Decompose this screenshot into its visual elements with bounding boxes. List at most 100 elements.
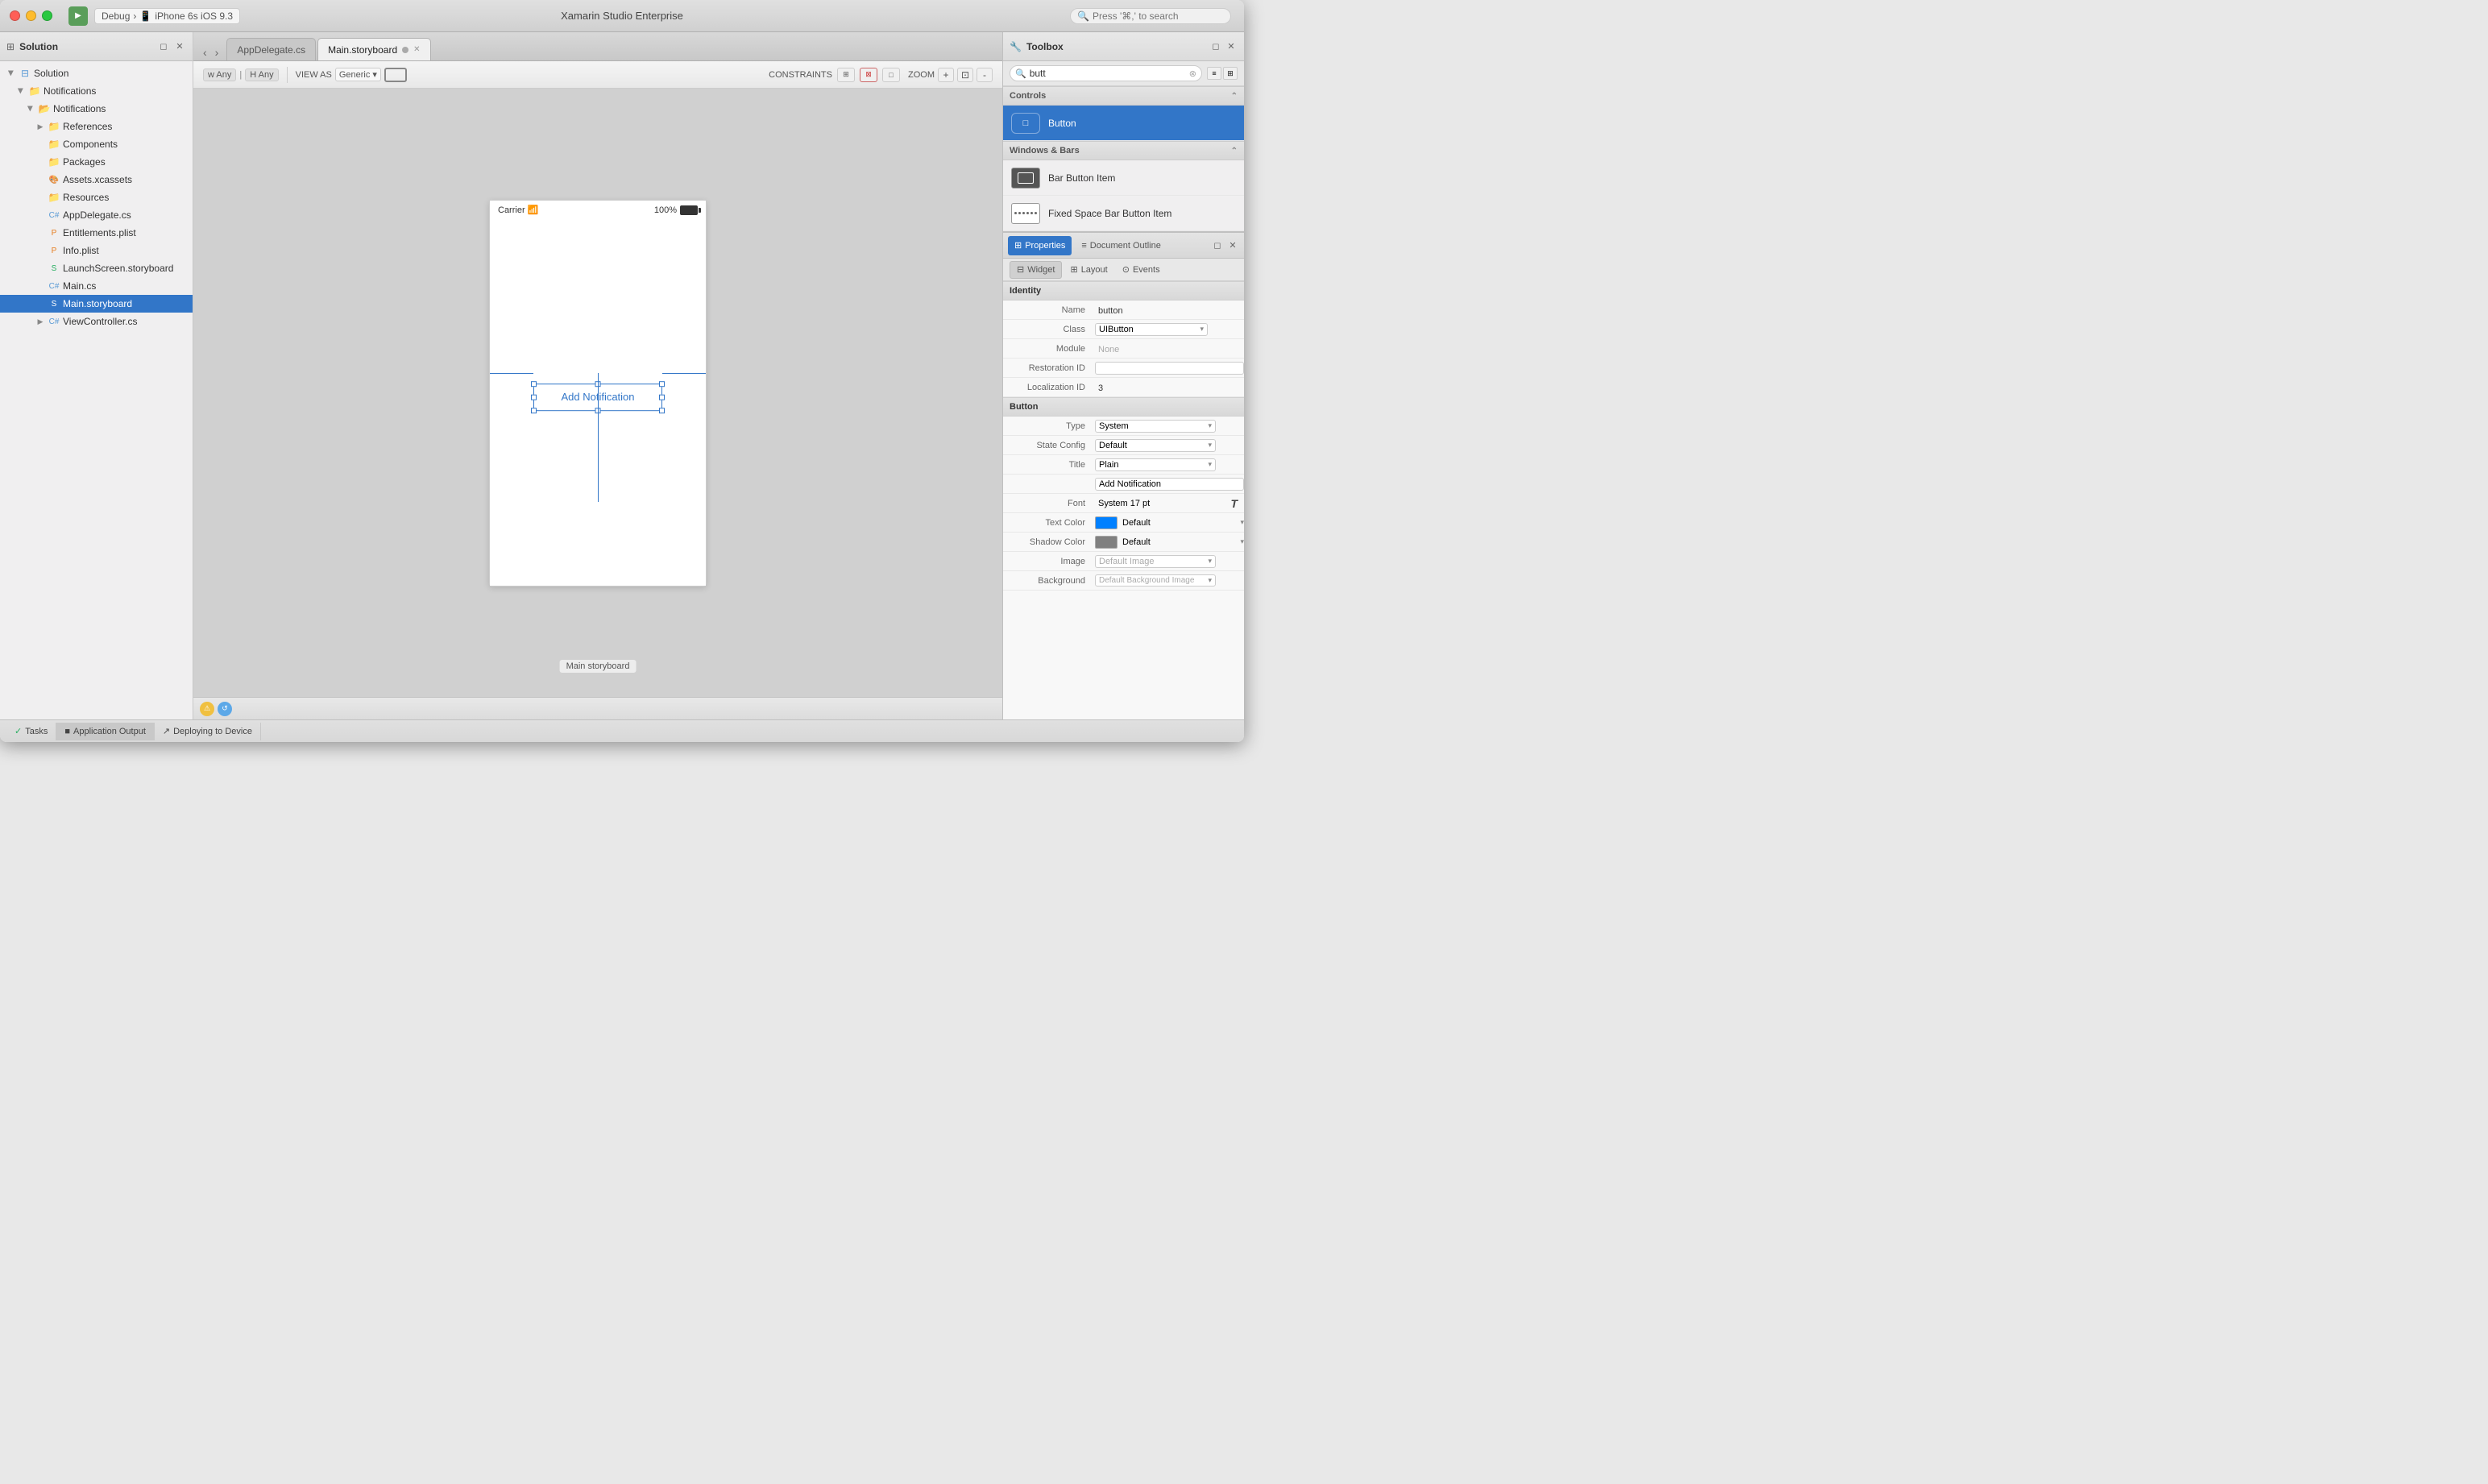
toolbox-item-bar-button[interactable]: Bar Button Item (1003, 160, 1244, 196)
title-value-input[interactable] (1095, 478, 1244, 491)
font-value[interactable]: System 17 pt T (1092, 497, 1244, 510)
tab-nav-back[interactable]: ‹ (200, 44, 210, 60)
title-type-dropdown[interactable]: Plain ▾ (1095, 458, 1216, 471)
sidebar-title: Solution (19, 41, 152, 52)
shadow-color-box (1095, 536, 1118, 549)
sidebar-item-appdelegate[interactable]: ▶ C# AppDelegate.cs (0, 206, 193, 224)
status-tab-app-output[interactable]: ■ Application Output (56, 723, 155, 740)
sidebar-item-maincs[interactable]: ▶ C# Main.cs (0, 277, 193, 295)
sidebar-item-solution[interactable]: ▶ ⊟ Solution (0, 64, 193, 82)
font-T-btn[interactable]: T (1230, 497, 1241, 510)
state-config-dropdown[interactable]: Default ▾ (1095, 439, 1216, 452)
status-tab-deploying[interactable]: ↗ Deploying to Device (155, 723, 261, 740)
add-constraint-btn[interactable]: ⊞ (837, 68, 855, 82)
state-config-value[interactable]: Default ▾ (1092, 439, 1244, 452)
view-as-dropdown[interactable]: Generic ▾ (335, 68, 381, 81)
tab-nav-forward[interactable]: › (212, 44, 222, 60)
class-value[interactable]: UIButton ▾ (1092, 323, 1244, 336)
footer-icon-2[interactable]: ↺ (218, 702, 232, 716)
error-constraint-btn[interactable]: ⊠ (860, 68, 877, 82)
storyboard-canvas[interactable]: ▶ Carrier 📶 100% (193, 89, 1002, 697)
sidebar-item-infoplist[interactable]: ▶ P Info.plist (0, 242, 193, 259)
text-color-label: Text Color (1003, 518, 1092, 528)
sidebar-item-launchscreen[interactable]: ▶ S LaunchScreen.storyboard (0, 259, 193, 277)
image-dropdown[interactable]: Default Image ▾ (1095, 555, 1216, 568)
title-type-value[interactable]: Plain ▾ (1092, 458, 1244, 471)
tab-document-outline[interactable]: ≡ Document Outline (1075, 236, 1167, 255)
class-dropdown[interactable]: UIButton ▾ (1095, 323, 1208, 336)
sidebar-item-notifications-project[interactable]: ▶ 📂 Notifications (0, 100, 193, 118)
w-badge[interactable]: w Any (203, 68, 236, 81)
image-value[interactable]: Default Image ▾ (1092, 555, 1244, 568)
sidebar-item-label-notifications-project: Notifications (53, 103, 193, 114)
constraints-section: CONSTRAINTS ⊞ ⊠ □ (769, 68, 900, 82)
type-dropdown[interactable]: System ▾ (1095, 420, 1216, 433)
run-button[interactable]: ▶ (68, 6, 88, 26)
tab-appdelegate[interactable]: AppDelegate.cs (226, 38, 316, 60)
search-magnifier-icon: 🔍 (1015, 68, 1026, 79)
sidebar-minimize-btn[interactable]: ◻ (157, 40, 170, 53)
toolbox-minimize-btn[interactable]: ◻ (1209, 40, 1222, 53)
toolbox-item-fixed-space[interactable]: Fixed Space Bar Button Item (1003, 196, 1244, 231)
grid-view-btn[interactable]: ⊞ (1223, 67, 1238, 80)
sidebar-item-references[interactable]: ▶ 📁 References (0, 118, 193, 135)
type-value[interactable]: System ▾ (1092, 420, 1244, 433)
sub-tab-events[interactable]: ⊙ Events (1116, 261, 1167, 279)
image-dropdown-arrow: ▾ (1208, 557, 1212, 566)
global-search-input[interactable] (1093, 10, 1221, 22)
shadow-color-value[interactable]: Default ▾ (1092, 536, 1244, 549)
view-as-selector: VIEW AS Generic ▾ (296, 68, 407, 82)
toolbox-item-button[interactable]: □ Button (1003, 106, 1244, 141)
status-tab-tasks[interactable]: ✓ Tasks (6, 723, 56, 740)
restoration-input[interactable] (1095, 362, 1244, 375)
tab-close-btn[interactable]: ✕ (413, 45, 420, 54)
toolbox-search-input[interactable] (1030, 68, 1186, 79)
zoom-out-btn[interactable]: - (977, 68, 993, 82)
toolbox-close-btn[interactable]: ✕ (1225, 40, 1238, 53)
tab-nav: ‹ › (197, 44, 225, 60)
background-value[interactable]: Default Background Image ▾ (1092, 574, 1244, 587)
handle-br (659, 408, 665, 413)
footer-icon-1[interactable]: ⚠ (200, 702, 214, 716)
minimize-button[interactable] (26, 10, 36, 21)
h-badge[interactable]: H Any (245, 68, 278, 81)
tab-appdelegate-label: AppDelegate.cs (237, 44, 305, 56)
sidebar-item-packages[interactable]: ▶ 📁 Packages (0, 153, 193, 171)
layout-label: Layout (1081, 265, 1108, 275)
restoration-value[interactable] (1092, 362, 1244, 375)
prop-panel-close[interactable]: ✕ (1226, 239, 1239, 252)
sidebar-item-components[interactable]: ▶ 📁 Components (0, 135, 193, 153)
sidebar-item-assets[interactable]: ▶ 🎨 Assets.xcassets (0, 171, 193, 189)
maximize-button[interactable] (42, 10, 52, 21)
debug-badge[interactable]: Debug › 📱 iPhone 6s iOS 9.3 (94, 8, 240, 24)
background-dropdown[interactable]: Default Background Image ▾ (1095, 574, 1216, 587)
titlebar-search[interactable]: 🔍 (1070, 8, 1231, 24)
search-clear-icon[interactable]: ⊗ (1189, 68, 1196, 79)
prop-panel-minimize[interactable]: ◻ (1211, 239, 1224, 252)
shadow-color-swatch[interactable]: Default ▾ (1095, 536, 1244, 549)
sub-tab-widget[interactable]: ⊟ Widget (1010, 261, 1062, 279)
constraint-rect-btn[interactable]: □ (882, 68, 900, 82)
close-button[interactable] (10, 10, 20, 21)
sidebar-item-resources[interactable]: ▶ 📁 Resources (0, 189, 193, 206)
sidebar-item-entitlements[interactable]: ▶ P Entitlements.plist (0, 224, 193, 242)
search-view-btns: ≡ ⊞ (1207, 67, 1238, 80)
title-value-input-wrap[interactable] (1092, 478, 1244, 491)
sidebar-item-viewcontroller[interactable]: ▶ C# ViewController.cs (0, 313, 193, 330)
sidebar-item-mainstoryboard[interactable]: ▶ S Main.storyboard (0, 295, 193, 313)
controls-collapse-icon[interactable]: ⌃ (1231, 92, 1238, 101)
windows-collapse-icon[interactable]: ⌃ (1231, 147, 1238, 155)
tab-mainstoryboard[interactable]: Main.storyboard ✕ (317, 38, 430, 60)
button-section-header: Button (1003, 397, 1244, 417)
list-view-btn[interactable]: ≡ (1207, 67, 1221, 80)
tab-properties[interactable]: ⊞ Properties (1008, 236, 1072, 255)
title-type-text: Plain (1099, 460, 1118, 470)
chevron-down-icon: ▾ (372, 69, 377, 80)
text-color-value[interactable]: Default ▾ (1092, 516, 1244, 529)
sidebar-close-btn[interactable]: ✕ (173, 40, 186, 53)
zoom-fit-btn[interactable]: ⊡ (957, 68, 973, 82)
sub-tab-layout[interactable]: ⊞ Layout (1064, 261, 1113, 279)
zoom-in-btn[interactable]: + (938, 68, 954, 82)
text-color-swatch[interactable]: Default ▾ (1095, 516, 1244, 529)
sidebar-item-notifications-root[interactable]: ▶ 📁 Notifications (0, 82, 193, 100)
